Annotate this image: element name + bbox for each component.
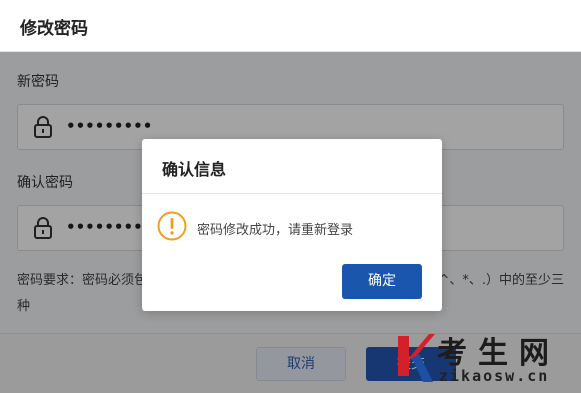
dialog-divider xyxy=(142,193,442,194)
k-logo-icon xyxy=(398,334,435,382)
watermark-brand: 考生网 xyxy=(437,336,560,371)
watermark-logo: 考生网 zikaosw.cn xyxy=(395,328,581,393)
watermark-domain: zikaosw.cn xyxy=(439,367,550,385)
page-header: 修改密码 xyxy=(0,0,581,52)
warning-circle-icon xyxy=(157,211,187,241)
dialog-message: 密码修改成功，请重新登录 xyxy=(197,223,354,238)
dialog-title: 确认信息 xyxy=(162,160,227,179)
confirm-dialog: 确认信息 密码修改成功，请重新登录 确定 xyxy=(142,139,442,311)
page-title: 修改密码 xyxy=(20,19,88,39)
ok-button[interactable]: 确定 xyxy=(342,264,422,299)
